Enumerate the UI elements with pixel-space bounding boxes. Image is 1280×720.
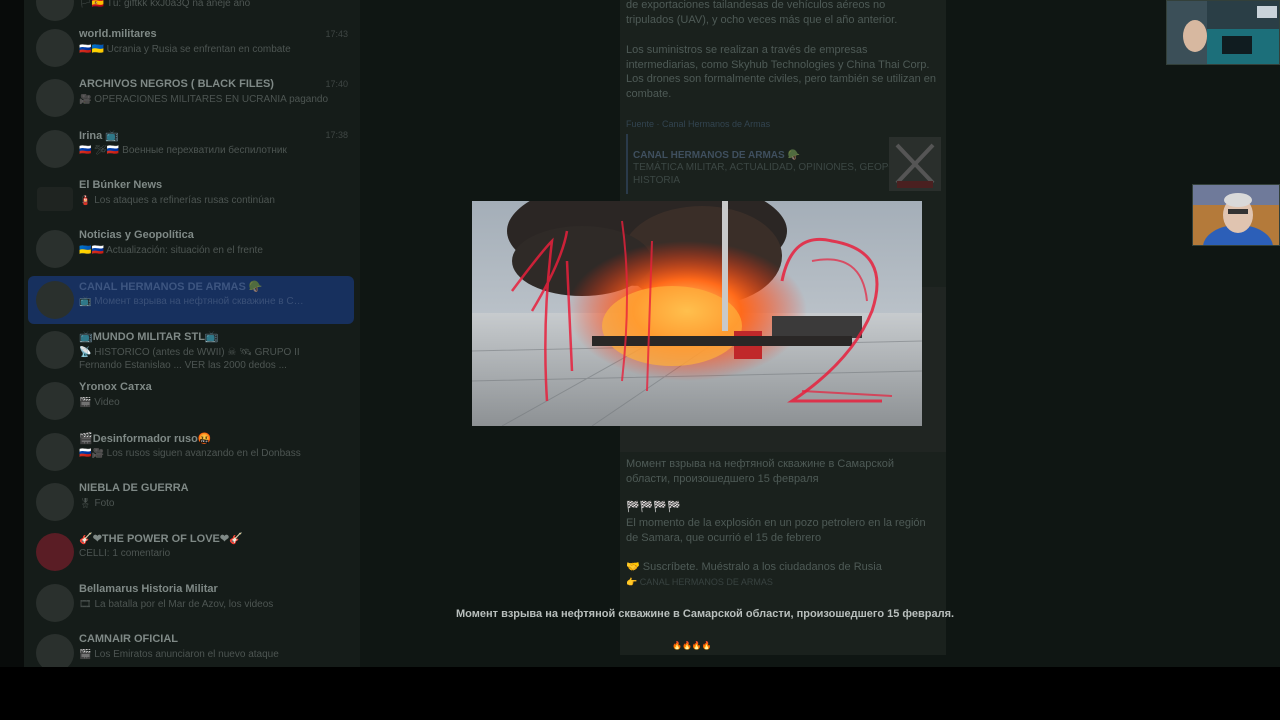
chat-time: 17:40	[325, 79, 348, 89]
chat-preview: 🇷🇺🇺🇦 Ucrania y Rusia se enfrentan en com…	[79, 44, 291, 55]
chat-item[interactable]: El Búnker News 🧯 Los ataques a refinería…	[28, 175, 354, 223]
chat-item-active[interactable]: CANAL HERMANOS DE ARMAS 🪖 📺 Момент взрыв…	[28, 276, 354, 324]
source-link[interactable]: Fuente · Canal Hermanos de Armas	[626, 117, 936, 132]
chat-item[interactable]: world.militares 🇷🇺🇺🇦 Ucrania y Rusia se …	[28, 24, 354, 72]
chat-preview: 🇷🇺 🛩🇷🇺 Военные перехватили беспилотник	[79, 145, 287, 156]
media-caption: Момент взрыва на нефтяной скважине в Сам…	[456, 608, 955, 620]
chat-avatar	[36, 584, 74, 622]
chat-item[interactable]: 🏳🇪🇸 Tú: giftkk kxJ0a3Q na aneje ano	[28, 0, 354, 26]
chat-name: 🎸❤THE POWER OF LOVE❤🎸	[79, 533, 243, 545]
chat-name: NIEBLA DE GUERRA	[79, 482, 189, 494]
chat-item[interactable]: NIEBLA DE GUERRA 🎖 Foto	[28, 478, 354, 526]
webcam-overlay-top	[1166, 0, 1280, 65]
chat-item[interactable]: 🎸❤THE POWER OF LOVE❤🎸 CELLI: 1 comentari…	[28, 528, 354, 576]
chat-preview: 🎞 La batalla por el Mar de Azov, los vid…	[79, 599, 274, 610]
chat-list-sidebar: 🏳🇪🇸 Tú: giftkk kxJ0a3Q na aneje ano worl…	[24, 0, 360, 667]
chat-name: Irina 📺	[79, 130, 119, 142]
chat-name: El Búnker News	[79, 179, 163, 191]
chat-item[interactable]: Noticias y Geopolítica 🇺🇦🇷🇺 Actualizació…	[28, 225, 354, 273]
reaction-row[interactable]: 🔥🔥🔥🔥	[672, 641, 712, 650]
chat-item[interactable]: Irina 📺 🇷🇺 🛩🇷🇺 Военные перехватили беспи…	[28, 125, 354, 173]
chat-avatar	[36, 0, 74, 21]
subscribe-subline: 👉 CANAL HERMANOS DE ARMAS	[626, 577, 773, 587]
chat-preview: 🎖 Foto	[79, 498, 115, 509]
chat-avatar	[36, 433, 74, 471]
subscribe-line: 🤝 Suscríbete. Muéstralo a los ciudadanos…	[626, 561, 882, 573]
chat-preview: 🎬 Los Emiratos anunciaron el nuevo ataqu…	[79, 649, 279, 660]
chat-item[interactable]: Bellamarus Historia Militar 🎞 La batalla…	[28, 579, 354, 627]
chat-avatar	[37, 187, 73, 211]
explosion-photo	[472, 201, 922, 426]
chat-item[interactable]: 📺MUNDO MILITAR STL📺 📡 HISTORICO (antes d…	[28, 326, 354, 380]
chat-time: 17:38	[325, 130, 348, 140]
post-paragraph: de exportaciones tailandesas de vehículo…	[626, 0, 898, 26]
chat-name: 🎬Desinformador ruso🤬	[79, 433, 212, 445]
forwarded-channel-card[interactable]: CANAL HERMANOS DE ARMAS 🪖 TEMÁTICA MILIT…	[626, 134, 941, 194]
chat-name: CANAL HERMANOS DE ARMAS 🪖	[79, 281, 263, 293]
left-edge	[0, 0, 24, 667]
chat-item[interactable]: 🎬Desinformador ruso🤬 🇷🇺🎥 Los rusos sigue…	[28, 428, 354, 476]
telegram-window: 🏳🇪🇸 Tú: giftkk kxJ0a3Q na aneje ano worl…	[0, 0, 1280, 667]
chat-preview: 🎥 OPERACIONES MILITARES EN UCRANIA pagan…	[79, 94, 329, 105]
post-paragraph: Los suministros se realizan a través de …	[626, 44, 936, 100]
chat-avatar	[36, 331, 74, 369]
media-viewer-image[interactable]	[472, 201, 922, 426]
chat-name: Yronox Сатха	[79, 381, 152, 393]
chat-name: ARCHIVOS NEGROS ( BLACK FILES)	[79, 78, 274, 90]
chat-name: Noticias y Geopolítica	[79, 229, 194, 241]
chat-time: 17:43	[325, 29, 348, 39]
chat-name: 📺MUNDO MILITAR STL📺	[79, 331, 219, 343]
post-caption-es: El momento de la explosión en un pozo pe…	[626, 517, 926, 544]
channel-logo	[889, 137, 941, 191]
bottom-letterbox	[0, 667, 1280, 720]
chat-avatar	[36, 483, 74, 521]
chat-avatar	[36, 29, 74, 67]
chat-preview: 🧯 Los ataques a refinerías rusas continú…	[79, 195, 275, 206]
post-caption-ru: Момент взрыва на нефтяной скважине в Сам…	[626, 458, 895, 485]
chat-avatar	[36, 230, 74, 268]
chat-avatar	[36, 382, 74, 420]
chat-item[interactable]: CAMNAIR OFICIAL 🎬 Los Emiratos anunciaro…	[28, 629, 354, 667]
chat-avatar	[36, 634, 74, 667]
chat-preview: 📡 HISTORICO (antes de WWII) ☠ 🛰 GRUPO II…	[79, 347, 300, 371]
chat-preview: 🇺🇦🇷🇺 Actualización: situación en el fren…	[79, 245, 263, 256]
chat-name: world.militares	[79, 28, 157, 40]
chat-name: CAMNAIR OFICIAL	[79, 633, 178, 645]
chat-preview: CELLI: 1 comentario	[79, 548, 171, 559]
chat-avatar	[36, 281, 74, 319]
chat-preview: 📺 Момент взрыва на нефтяной скважине в С…	[79, 296, 304, 307]
chat-avatar	[36, 79, 74, 117]
chat-item[interactable]: ARCHIVOS NEGROS ( BLACK FILES) 🎥 OPERACI…	[28, 74, 354, 122]
chat-name: Bellamarus Historia Militar	[79, 583, 218, 595]
chat-item[interactable]: Yronox Сатха 🎬 Video	[28, 377, 354, 425]
webcam-overlay-face	[1192, 184, 1280, 246]
heart-icon	[36, 533, 74, 571]
chat-avatar	[36, 130, 74, 168]
chat-preview: 🏳🇪🇸 Tú: giftkk kxJ0a3Q na aneje ano	[79, 0, 251, 9]
chat-preview: 🎬 Video	[79, 397, 120, 408]
chat-preview: 🇷🇺🎥 Los rusos siguen avanzando en el Don…	[79, 448, 301, 459]
flag-row: 🏁🏁🏁🏁	[626, 501, 681, 513]
